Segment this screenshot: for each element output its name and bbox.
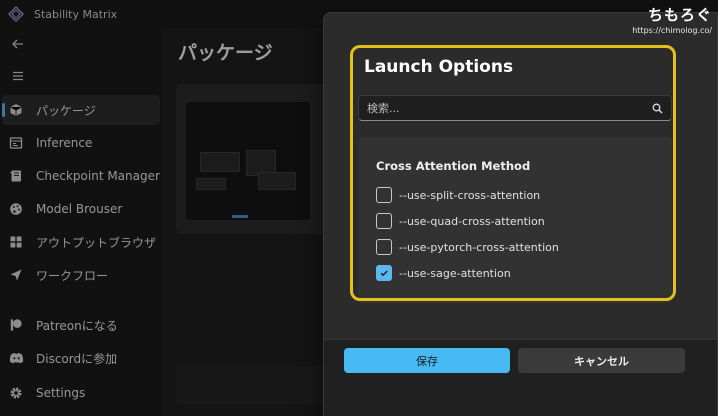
option-label: --use-sage-attention <box>399 266 511 280</box>
cross-attention-panel: Cross Attention Method --use-split-cross… <box>358 137 672 303</box>
option-label: --use-quad-cross-attention <box>399 214 545 228</box>
cancel-button[interactable]: キャンセル <box>518 348 685 373</box>
checkbox[interactable] <box>376 213 392 229</box>
checkbox[interactable] <box>376 187 392 203</box>
option-sage-attention[interactable]: --use-sage-attention <box>376 264 511 282</box>
watermark-logo: ちもろぐ <box>647 6 712 24</box>
option-label: --use-split-cross-attention <box>399 188 541 202</box>
option-split-cross-attention[interactable]: --use-split-cross-attention <box>376 186 540 204</box>
search-input[interactable] <box>367 101 651 115</box>
checkbox-checked[interactable] <box>376 265 392 281</box>
watermark-url: https://chimolog.co/ <box>632 26 712 35</box>
search-icon[interactable] <box>651 102 663 114</box>
option-quad-cross-attention[interactable]: --use-quad-cross-attention <box>376 212 545 230</box>
option-group-title: Cross Attention Method <box>376 159 531 173</box>
option-label: --use-pytorch-cross-attention <box>399 240 559 254</box>
search-box[interactable] <box>358 95 672 121</box>
watermark: ちもろぐ https://chimolog.co/ <box>632 4 712 35</box>
option-pytorch-cross-attention[interactable]: --use-pytorch-cross-attention <box>376 238 559 256</box>
checkbox[interactable] <box>376 239 392 255</box>
checkmark-icon <box>380 270 388 277</box>
dialog-title: Launch Options <box>364 57 514 77</box>
save-button[interactable]: 保存 <box>344 348 510 373</box>
